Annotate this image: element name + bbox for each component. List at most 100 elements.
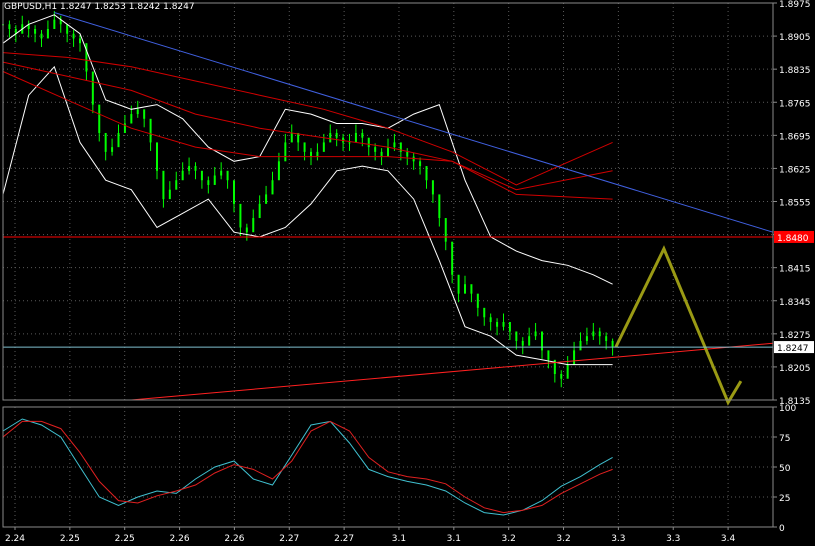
x-tick-label: 2.25 <box>60 534 80 544</box>
candle-body <box>277 161 280 181</box>
candle-body <box>213 175 216 185</box>
candle-body <box>175 180 178 190</box>
candle-body <box>265 194 268 204</box>
stoch-tick-label: 75 <box>779 434 790 444</box>
candle-body <box>233 180 235 204</box>
candle-body <box>367 137 370 148</box>
x-tick-label: 2.27 <box>334 534 354 544</box>
candle-body <box>98 104 101 133</box>
x-tick-label: 2.26 <box>224 534 244 544</box>
candle-body <box>168 189 171 200</box>
candle-body <box>40 33 43 39</box>
x-tick-label: 3.1 <box>392 534 406 544</box>
candle-body <box>598 331 601 337</box>
candle-body <box>162 170 165 200</box>
candle-body <box>130 114 133 124</box>
candle-body <box>316 151 319 157</box>
x-tick-label: 2.26 <box>170 534 190 544</box>
x-tick-label: 3.3 <box>611 534 625 544</box>
moving-average-line <box>2 61 613 191</box>
candle-body <box>104 132 107 152</box>
candle-body <box>393 142 396 148</box>
candle-body <box>245 227 248 233</box>
candle-body <box>252 218 255 233</box>
candle-body <box>207 180 210 185</box>
candle-body <box>46 28 49 39</box>
candle-body <box>136 109 139 115</box>
bollinger-band <box>2 14 613 285</box>
candle-body <box>431 180 434 195</box>
candle-body <box>438 194 441 219</box>
candle-body <box>226 170 229 181</box>
candle-body <box>592 331 595 337</box>
stoch-tick-label: 25 <box>779 494 790 504</box>
candle-body <box>188 166 191 171</box>
candle-body <box>149 118 152 143</box>
candle-body <box>502 322 505 327</box>
candle-body <box>406 151 409 157</box>
candle-body <box>489 317 492 323</box>
ohlc-label: 1.8247 1.8253 1.8242 1.8247 <box>60 2 195 12</box>
axes: 1.8975 1.8905 1.8835 1.8765 1.8695 1.8625 1.85… <box>2 0 814 544</box>
candle-body <box>496 322 499 327</box>
candle-body <box>143 109 146 119</box>
candle-body <box>258 203 261 219</box>
candle-body <box>476 293 479 308</box>
candle-body <box>470 284 473 294</box>
price-tick-label: 1.8975 <box>779 0 811 10</box>
candle-body <box>8 24 11 29</box>
x-tick-label: 3.4 <box>721 534 736 544</box>
symbol-label: GBPUSD,H1 <box>4 2 58 12</box>
candle-body <box>566 364 569 379</box>
candle-body <box>374 147 377 152</box>
candle-body <box>284 142 287 162</box>
price-tick-label: 1.8205 <box>779 364 811 374</box>
price-tick-label: 1.8415 <box>779 265 811 275</box>
price-panel <box>2 11 774 406</box>
price-tick-label: 1.8905 <box>779 33 811 43</box>
candle-body <box>354 132 357 143</box>
candle-body <box>528 336 531 346</box>
candle-body <box>335 132 338 138</box>
candle-body <box>72 33 75 39</box>
candle-body <box>508 322 511 332</box>
candle-body <box>66 24 69 34</box>
price-tick-label: 1.8765 <box>779 99 811 109</box>
candle-body <box>451 241 454 275</box>
x-tick-label: 3.2 <box>556 534 570 544</box>
candle-body <box>425 166 428 181</box>
candle-body <box>290 132 293 143</box>
candle-body <box>380 151 383 157</box>
candle-body <box>585 336 588 341</box>
x-tick-label: 3.1 <box>447 534 461 544</box>
candle-body <box>310 151 312 157</box>
candle-body <box>573 350 576 365</box>
x-tick-label: 2.24 <box>5 534 25 544</box>
candle-body <box>200 170 203 181</box>
candle-body <box>239 203 242 228</box>
candle-body <box>547 350 550 360</box>
candle-body <box>348 142 351 144</box>
price-tick-label: 1.8835 <box>779 66 811 76</box>
candle-body <box>419 161 422 167</box>
price-tick-label: 1.8625 <box>779 165 811 175</box>
x-tick-label: 2.25 <box>115 534 135 544</box>
candle-body <box>91 71 94 105</box>
candle-body <box>515 331 518 341</box>
candle-body <box>361 132 364 138</box>
candle-body <box>611 340 614 348</box>
price-tick-label: 1.8345 <box>779 298 811 308</box>
candle-body <box>53 19 56 29</box>
chart-title: GBPUSD,H1 1.8247 1.8253 1.8242 1.8247 <box>4 2 195 12</box>
candle-body <box>457 274 460 294</box>
candle-body <box>329 132 332 143</box>
bid-label: 1.8247 <box>777 344 809 354</box>
candle-body <box>117 132 120 148</box>
x-tick-label: 3.3 <box>666 534 680 544</box>
stoch-tick-label: 0 <box>779 524 785 534</box>
candle-body <box>579 340 582 351</box>
candle-body <box>303 142 306 152</box>
candle-body <box>271 180 274 195</box>
candle-body <box>605 336 608 341</box>
candle-body <box>560 374 563 379</box>
